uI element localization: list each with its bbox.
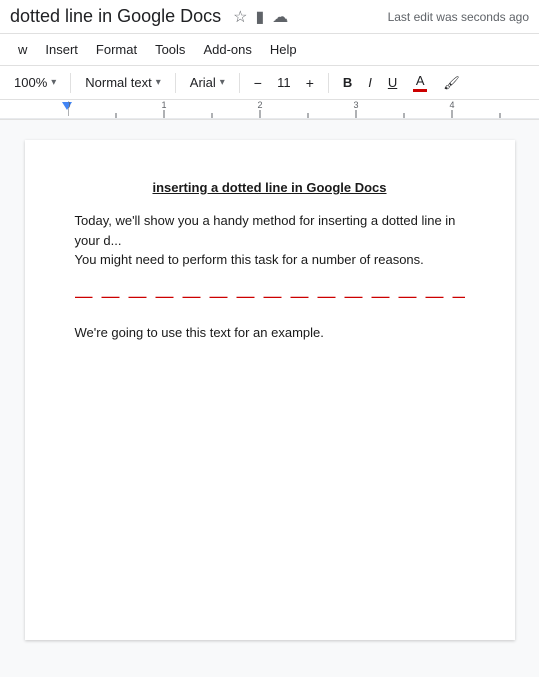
menu-item-tools[interactable]: Tools — [147, 38, 193, 61]
toolbar-divider-3 — [239, 73, 240, 93]
toolbar-divider-2 — [175, 73, 176, 93]
font-size-control: − 11 + — [248, 73, 320, 93]
svg-text:4: 4 — [449, 100, 454, 110]
style-value: Normal text — [85, 75, 151, 90]
zoom-dropdown[interactable]: 100% ▾ — [8, 72, 62, 93]
toolbar-divider-1 — [70, 73, 71, 93]
svg-text:2: 2 — [257, 100, 262, 110]
style-arrow-icon: ▾ — [156, 77, 161, 88]
dotted-line: — — — — — — — — — — — — — — — — — [75, 286, 465, 307]
folder-icon[interactable]: ▮ — [255, 7, 264, 27]
increase-font-size-button[interactable]: + — [300, 73, 320, 93]
title-bar: dotted line in Google Docs ☆ ▮ ☁ Last ed… — [0, 0, 539, 34]
menu-item-format[interactable]: Format — [88, 38, 145, 61]
document-page: inserting a dotted line in Google Docs T… — [25, 140, 515, 640]
cloud-icon[interactable]: ☁ — [272, 7, 288, 27]
text-color-button[interactable]: A — [407, 70, 433, 95]
font-arrow-icon: ▾ — [220, 77, 225, 88]
svg-text:0: 0 — [68, 100, 71, 110]
toolbar-divider-4 — [328, 73, 329, 93]
menu-bar: w Insert Format Tools Add-ons Help — [0, 34, 539, 66]
last-edit-status: Last edit was seconds ago — [388, 10, 529, 24]
decrease-font-size-button[interactable]: − — [248, 73, 268, 93]
menu-item-addons[interactable]: Add-ons — [195, 38, 259, 61]
zoom-value: 100% — [14, 75, 47, 90]
document-heading[interactable]: inserting a dotted line in Google Docs — [75, 180, 465, 195]
font-dropdown[interactable]: Arial ▾ — [184, 72, 231, 93]
font-value: Arial — [190, 75, 216, 90]
document-area: inserting a dotted line in Google Docs T… — [0, 120, 539, 657]
document-paragraph-1[interactable]: Today, we'll show you a handy method for… — [75, 211, 465, 270]
menu-item-help[interactable]: Help — [262, 38, 305, 61]
svg-text:3: 3 — [353, 100, 358, 110]
toolbar: 100% ▾ Normal text ▾ Arial ▾ − 11 + B I … — [0, 66, 539, 100]
underline-button[interactable]: U — [382, 72, 403, 93]
font-size-value[interactable]: 11 — [270, 75, 298, 90]
bold-button[interactable]: B — [337, 72, 358, 93]
title-icons: ☆ ▮ ☁ — [233, 7, 288, 27]
star-icon[interactable]: ☆ — [233, 7, 247, 27]
document-title: dotted line in Google Docs — [10, 6, 221, 27]
ruler-inner: 0 1 2 3 4 — [0, 100, 539, 119]
highlight-icon: 🖌 — [443, 75, 460, 91]
svg-text:1: 1 — [161, 100, 166, 110]
menu-item-insert[interactable]: Insert — [37, 38, 86, 61]
text-color-indicator: A — [413, 73, 427, 92]
document-paragraph-2[interactable]: We're going to use this text for an exam… — [75, 323, 465, 343]
ruler: 0 1 2 3 4 — [0, 100, 539, 120]
italic-button[interactable]: I — [362, 72, 378, 93]
zoom-arrow-icon: ▾ — [51, 77, 56, 88]
highlight-button[interactable]: 🖌 — [437, 72, 466, 94]
text-color-letter: A — [416, 73, 425, 88]
style-dropdown[interactable]: Normal text ▾ — [79, 72, 167, 93]
menu-item-file[interactable]: w — [10, 38, 35, 61]
text-color-bar — [413, 89, 427, 92]
ruler-ticks: 0 1 2 3 4 — [68, 100, 528, 120]
